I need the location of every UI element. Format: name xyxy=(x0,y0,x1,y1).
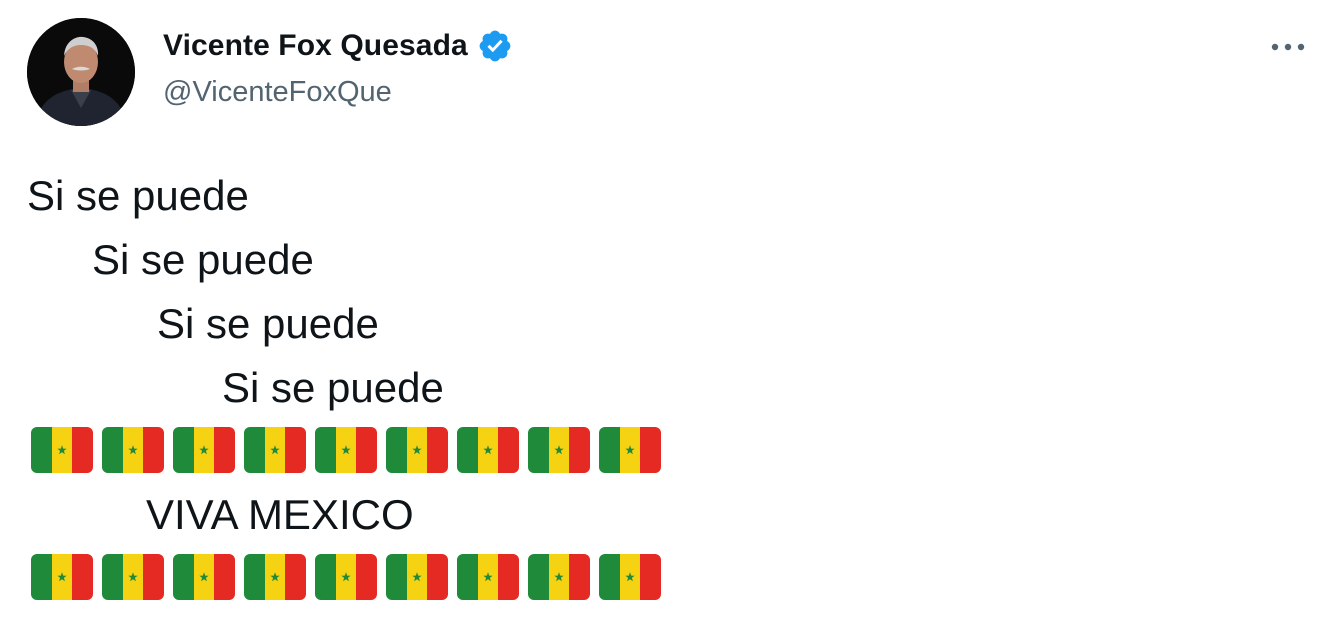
flag-emoji-row xyxy=(31,554,661,600)
author-handle[interactable]: @VicenteFoxQue xyxy=(163,76,392,109)
flag-senegal-icon xyxy=(528,554,590,600)
flag-senegal-icon xyxy=(457,427,519,473)
flag-senegal-icon xyxy=(31,427,93,473)
more-options-button[interactable] xyxy=(1266,30,1310,64)
flag-senegal-icon xyxy=(173,554,235,600)
flag-senegal-icon xyxy=(386,427,448,473)
flag-senegal-icon xyxy=(244,427,306,473)
avatar[interactable] xyxy=(27,18,135,126)
flag-senegal-icon xyxy=(173,427,235,473)
flag-senegal-icon xyxy=(31,554,93,600)
flag-senegal-icon xyxy=(599,427,661,473)
more-horizontal-icon xyxy=(1271,43,1305,51)
flag-senegal-icon xyxy=(599,554,661,600)
flag-senegal-icon xyxy=(102,554,164,600)
verified-badge-icon xyxy=(479,30,511,62)
flag-senegal-icon xyxy=(457,554,519,600)
flag-senegal-icon xyxy=(528,427,590,473)
flag-senegal-icon xyxy=(315,554,377,600)
flag-emoji-row xyxy=(31,427,661,473)
author-name-row[interactable]: Vicente Fox Quesada xyxy=(163,28,513,64)
flag-senegal-icon xyxy=(244,554,306,600)
flag-senegal-icon xyxy=(386,554,448,600)
avatar-photo xyxy=(27,18,135,126)
tweet-text-line: Si se puede xyxy=(157,300,379,347)
tweet: Vicente Fox Quesada @VicenteFoxQue Si se… xyxy=(0,0,1327,620)
flag-senegal-icon xyxy=(315,427,377,473)
tweet-text-line: Si se puede xyxy=(222,364,444,411)
flag-senegal-icon xyxy=(102,427,164,473)
tweet-text-viva: VIVA MEXICO xyxy=(146,491,414,538)
tweet-text-line: Si se puede xyxy=(92,236,314,283)
tweet-text-line: Si se puede xyxy=(27,172,249,219)
author-display-name[interactable]: Vicente Fox Quesada xyxy=(163,29,468,63)
